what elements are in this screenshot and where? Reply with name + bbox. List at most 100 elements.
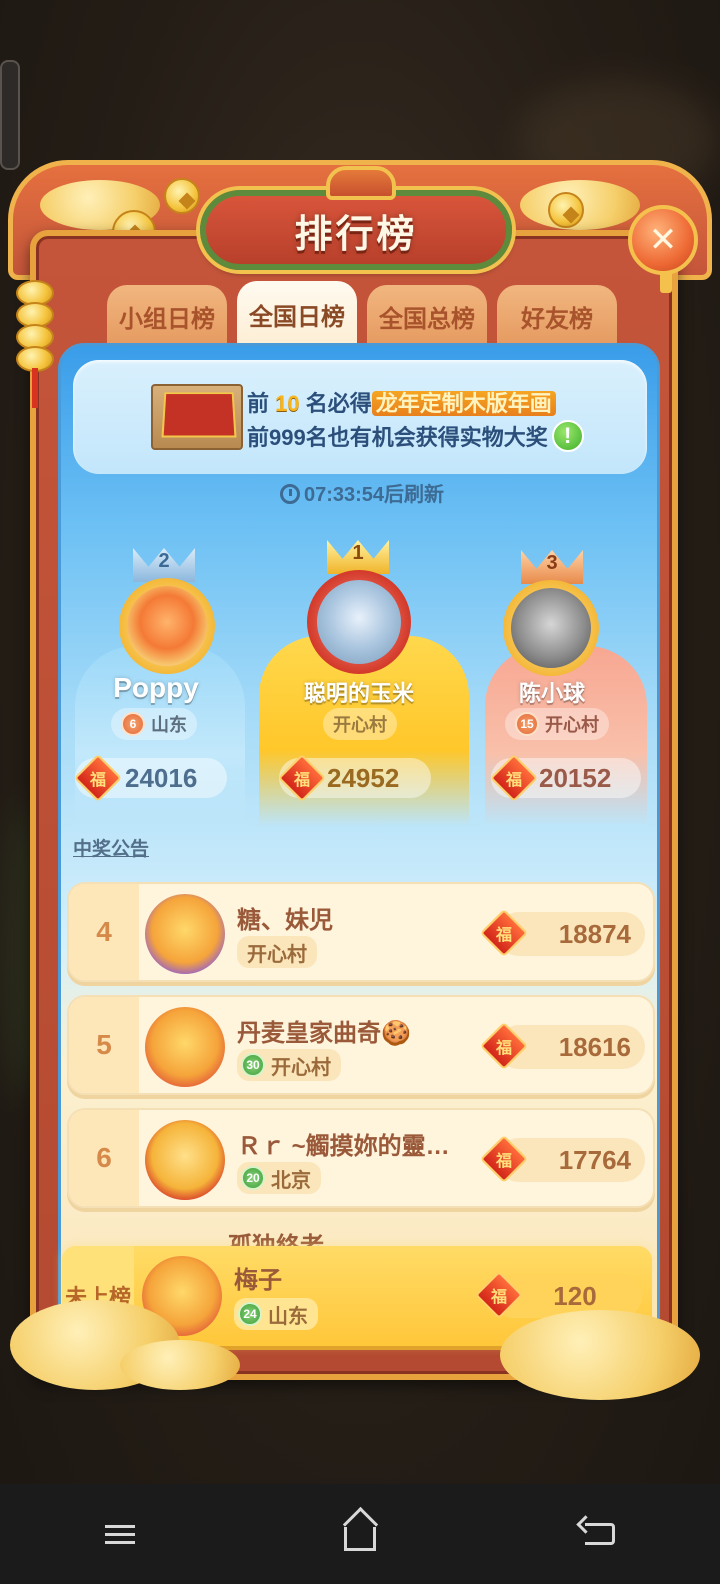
refresh-timer: 07:33:54后刷新 xyxy=(61,478,657,507)
page-title: 排行榜 xyxy=(294,213,418,256)
prize-line-2-text: 前999名也有机会获得实物大奖 xyxy=(247,425,548,450)
level-badge: 30 xyxy=(241,1053,265,1077)
podium-location-3: 15 开心村 xyxy=(505,708,609,740)
gold-crown-icon: 1 xyxy=(327,528,389,574)
podium-rank-2: 2 xyxy=(158,550,170,572)
my-name: 梅子 xyxy=(234,1267,282,1294)
lucky-charm-icon xyxy=(16,280,56,420)
podium-score-3-value: 20152 xyxy=(539,762,612,793)
podium-name-3: 陈小球 xyxy=(518,681,585,706)
cloud-decoration xyxy=(500,1310,700,1400)
podium-score-1: 福 24952 xyxy=(277,753,431,803)
menu-button[interactable] xyxy=(80,1504,160,1564)
tassel-decoration xyxy=(660,271,672,293)
podium-location-1-text: 开心村 xyxy=(333,715,387,735)
list-score-value: 17764 xyxy=(558,1144,631,1175)
home-icon xyxy=(344,1527,376,1551)
avatar-podium-3[interactable] xyxy=(511,588,591,668)
coin-decoration xyxy=(548,192,584,228)
info-icon[interactable]: ! xyxy=(551,420,584,452)
level-badge: 24 xyxy=(238,1302,262,1326)
list-name: 糖、妹児 xyxy=(237,907,333,934)
fu-badge-icon: 福 xyxy=(479,1021,529,1071)
podium-rank-1: 1 xyxy=(352,542,364,564)
my-location: 24 山东 xyxy=(234,1298,318,1330)
tab-national-total[interactable]: 全国总榜 xyxy=(367,285,487,347)
prize-mid-text: 名必得 xyxy=(305,391,372,416)
system-nav-bar xyxy=(0,1484,720,1584)
list-location: 30 开心村 xyxy=(237,1049,341,1081)
level-badge: 15 xyxy=(515,712,539,736)
winner-notice-link[interactable]: 中奖公告 xyxy=(73,834,149,861)
tab-national-daily[interactable]: 全国日榜 xyxy=(237,281,357,347)
prize-name: 龙年定制木版年画 xyxy=(371,391,556,416)
list-avatar[interactable] xyxy=(145,894,225,974)
list-item[interactable]: 6 Ｒｒ ~觸摸妳的靈… 20 北京 福 17764 xyxy=(67,1108,655,1208)
prize-banner[interactable]: 前 10 名必得 龙年定制木版年画 前999名也有机会获得实物大奖 ! xyxy=(73,360,647,474)
countdown-suffix: 后刷新 xyxy=(384,484,445,506)
list-location: 开心村 xyxy=(237,936,317,968)
my-location-text: 山东 xyxy=(268,1305,308,1328)
my-score-value: 120 xyxy=(553,1280,597,1311)
list-rank: 4 xyxy=(69,884,139,980)
list-item[interactable]: 4 糖、妹児 开心村 福 18874 xyxy=(67,882,655,982)
list-rank: 5 xyxy=(69,997,139,1093)
podium-score-3: 福 20152 xyxy=(489,753,641,803)
avatar-podium-2[interactable] xyxy=(127,586,207,666)
tab-group-daily[interactable]: 小组日榜 xyxy=(107,285,227,347)
podium-score-2: 福 24016 xyxy=(73,753,227,803)
home-button[interactable] xyxy=(320,1504,400,1564)
podium-location-2-text: 山东 xyxy=(151,715,187,735)
list-score-value: 18874 xyxy=(558,918,631,949)
prize-prefix: 前 xyxy=(247,391,270,416)
list-name: 丹麦皇家曲奇🍪 xyxy=(237,1020,411,1047)
level-badge: 20 xyxy=(241,1166,265,1190)
leaderboard-panel: 前 10 名必得 龙年定制木版年画 前999名也有机会获得实物大奖 ! 07:33… xyxy=(58,343,660,1343)
fu-badge-icon: 福 xyxy=(479,1134,529,1184)
podium-location-3-text: 开心村 xyxy=(545,715,599,735)
fu-badge-icon: 福 xyxy=(474,1270,524,1320)
podium-score-2-value: 24016 xyxy=(125,762,198,793)
clock-icon xyxy=(279,484,300,504)
podium-location-2: 6 山东 xyxy=(111,708,197,740)
prize-top-n: 10 xyxy=(275,391,300,416)
background-app-edge xyxy=(0,60,20,170)
cloud-decoration xyxy=(120,1340,240,1390)
rank-list: 4 糖、妹児 开心村 福 18874 5 丹麦皇家曲奇🍪 30 开心村 福 186… xyxy=(67,882,655,1221)
list-score: 福 18874 xyxy=(479,908,645,958)
list-score: 福 18616 xyxy=(479,1021,645,1071)
list-score: 福 17764 xyxy=(479,1134,645,1184)
prize-line-1: 前 10 名必得 龙年定制木版年画 xyxy=(247,386,556,418)
list-location: 20 北京 xyxy=(237,1162,321,1194)
back-icon xyxy=(585,1523,615,1545)
level-badge: 6 xyxy=(121,712,145,736)
list-location-text: 北京 xyxy=(271,1169,311,1192)
list-score-value: 18616 xyxy=(558,1031,631,1062)
menu-icon xyxy=(105,1520,135,1549)
close-button[interactable]: ✕ xyxy=(628,205,698,293)
list-name: Ｒｒ ~觸摸妳的靈… xyxy=(237,1133,450,1160)
tab-bar: 小组日榜 全国日榜 全国总榜 好友榜 xyxy=(107,281,617,347)
close-icon: ✕ xyxy=(648,220,678,260)
podium-location-1: 开心村 xyxy=(323,708,397,740)
list-location-text: 开心村 xyxy=(247,943,307,966)
tab-friends[interactable]: 好友榜 xyxy=(497,285,617,347)
silver-crown-icon: 2 xyxy=(133,536,195,582)
woodblock-painting-icon xyxy=(151,384,243,450)
bronze-crown-icon: 3 xyxy=(521,538,583,584)
coin-decoration xyxy=(164,178,200,214)
list-avatar[interactable] xyxy=(145,1007,225,1087)
prize-line-2: 前999名也有机会获得实物大奖 ! xyxy=(247,420,584,452)
back-button[interactable] xyxy=(560,1504,640,1564)
podium-rank-3: 3 xyxy=(546,552,558,574)
list-item[interactable]: 5 丹麦皇家曲奇🍪 30 开心村 福 18616 xyxy=(67,995,655,1095)
avatar-podium-1[interactable] xyxy=(317,580,401,664)
podium-name-1: 聪明的玉米 xyxy=(303,681,414,706)
countdown-value: 07:33:54 xyxy=(303,484,385,506)
list-location-text: 开心村 xyxy=(271,1056,331,1079)
podium-name-2: Poppy xyxy=(113,672,199,703)
podium-score-1-value: 24952 xyxy=(327,762,400,793)
list-rank: 6 xyxy=(69,1110,139,1206)
fu-badge-icon: 福 xyxy=(479,908,529,958)
list-avatar[interactable] xyxy=(145,1120,225,1200)
